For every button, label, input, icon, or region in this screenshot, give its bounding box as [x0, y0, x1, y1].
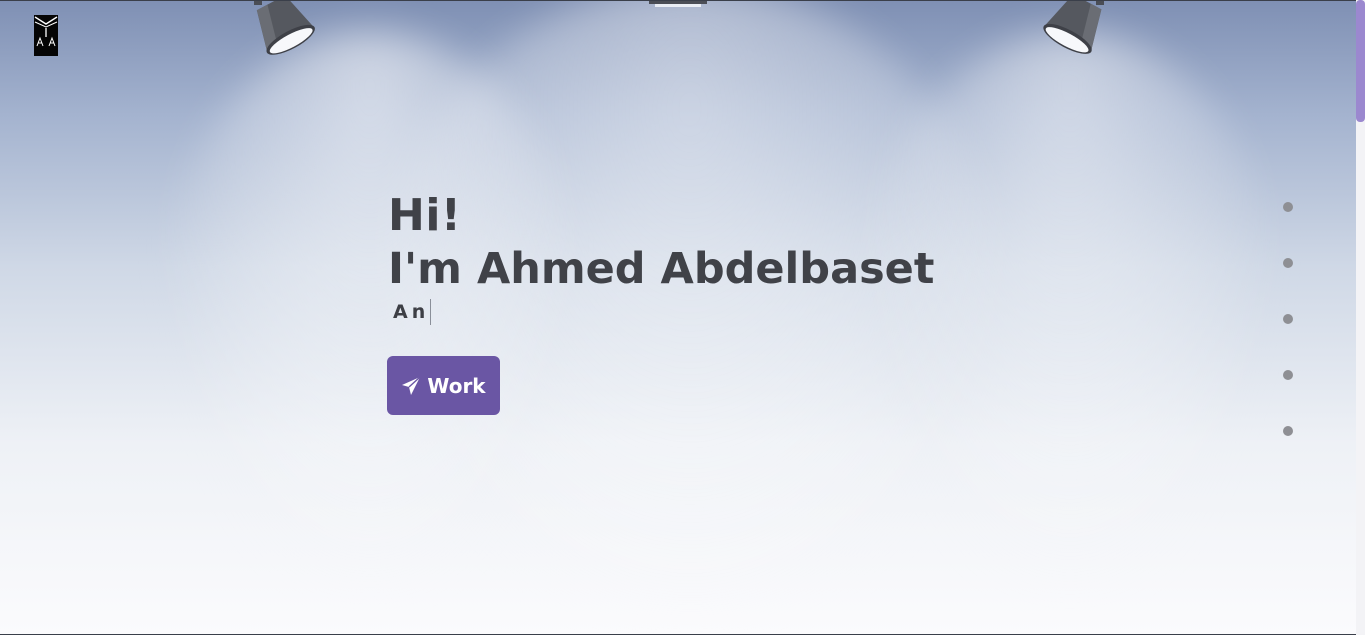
hero-content: Hi! I'm Ahmed Abdelbaset An Work — [387, 190, 935, 415]
work-button[interactable]: Work — [387, 356, 500, 415]
section-dot-1[interactable] — [1283, 202, 1293, 212]
typed-subtitle: An — [393, 299, 934, 325]
hero-section: Hi! I'm Ahmed Abdelbaset An Work — [0, 0, 1356, 635]
spotlight-left-icon — [254, 1, 315, 55]
name-heading: I'm Ahmed Abdelbaset — [388, 244, 935, 294]
typing-caret — [430, 299, 432, 325]
section-dot-4[interactable] — [1283, 370, 1293, 380]
work-button-label: Work — [427, 373, 486, 398]
scrollbar-thumb[interactable] — [1356, 0, 1365, 122]
section-dot-2[interactable] — [1283, 258, 1293, 268]
section-dot-3[interactable] — [1283, 314, 1293, 324]
spotlight-center-icon — [649, 1, 707, 7]
greeting-heading: Hi! — [388, 190, 462, 241]
section-dot-5[interactable] — [1283, 426, 1293, 436]
spotlight-right-icon — [1043, 1, 1104, 54]
paper-plane-icon — [402, 375, 421, 395]
section-nav — [1283, 202, 1293, 482]
initials-logo-icon[interactable] — [34, 15, 58, 56]
typed-text: An — [393, 301, 430, 323]
page-scrollbar[interactable] — [1356, 0, 1365, 635]
